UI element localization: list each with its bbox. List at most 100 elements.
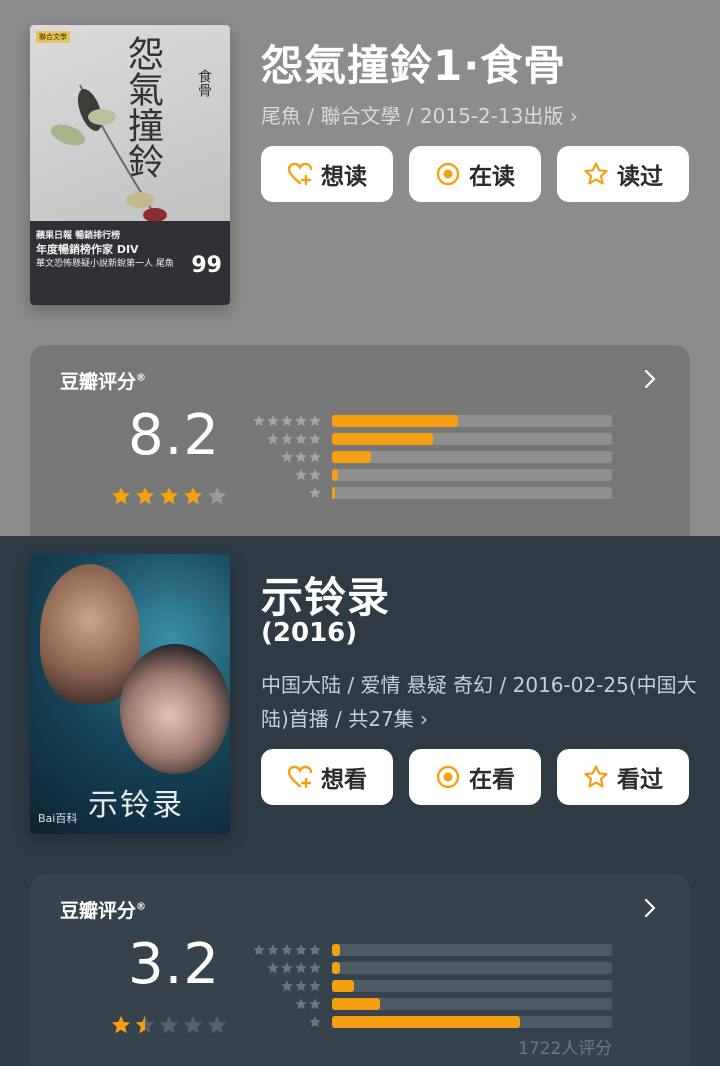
reading-label: 在读 <box>469 164 515 190</box>
bar-star-count <box>252 1015 322 1029</box>
poster-watermark: Bai百科 <box>38 812 78 825</box>
rating-bar-track <box>332 487 612 499</box>
poster-figure-woman <box>120 644 230 774</box>
rating-stars <box>110 1014 228 1036</box>
rating-bar-fill <box>332 962 341 974</box>
mini-star-icon <box>309 980 321 992</box>
rating-bar-fill <box>332 980 355 992</box>
rating-bar-track <box>332 998 612 1010</box>
mini-star-icon <box>295 944 307 956</box>
rating-bar-row <box>252 486 612 500</box>
star-outline-icon <box>583 764 609 790</box>
rating-score: 3.2 <box>128 932 221 997</box>
mini-star-icon <box>309 998 321 1010</box>
rating-bar-fill <box>332 998 380 1010</box>
mini-star-icon <box>253 415 265 427</box>
drama-rating-card[interactable]: 豆瓣评分® 3.2 1722人评分 <box>30 874 690 1066</box>
rating-star-full-icon <box>111 486 131 505</box>
star-outline-icon <box>583 161 609 187</box>
book-meta[interactable]: 尾魚 / 聯合文學 / 2015-2-13出版 › <box>261 99 701 133</box>
rating-star-empty-icon <box>183 1015 203 1034</box>
rating-bar-row <box>252 432 612 446</box>
bar-star-count <box>252 979 322 993</box>
rating-bar-row <box>252 468 612 482</box>
have-read-button[interactable]: 读过 <box>557 146 689 202</box>
rating-star-empty-icon <box>159 1015 179 1034</box>
cover-band-line1: 蘋果日報 暢銷排行榜 <box>36 231 121 241</box>
watched-button[interactable]: 看过 <box>557 749 689 805</box>
book-rating-card[interactable]: 豆瓣评分® 8.2 <box>30 345 690 536</box>
mini-star-icon <box>309 433 321 445</box>
chevron-right-icon[interactable] <box>640 367 660 391</box>
bar-star-count <box>252 450 322 464</box>
rating-label: 豆瓣评分® <box>60 371 147 393</box>
rating-bar-fill <box>332 487 335 499</box>
want-watch-button[interactable]: 想看 <box>261 749 393 805</box>
mini-star-icon <box>295 433 307 445</box>
rating-bar-track <box>332 469 612 481</box>
mini-star-icon <box>295 962 307 974</box>
rating-bar-fill <box>332 415 458 427</box>
rating-star-full-icon <box>183 486 203 505</box>
mini-star-icon <box>281 451 293 463</box>
rating-count: 1722人评分 <box>518 1039 613 1059</box>
drama-meta[interactable]: 中国大陆 / 爱情 悬疑 奇幻 / 2016-02-25(中国大陆)首播 / 共… <box>261 668 701 736</box>
bar-star-count <box>252 943 322 957</box>
bar-star-count <box>252 432 322 446</box>
mini-star-icon <box>309 962 321 974</box>
rating-star-empty-icon <box>207 1015 227 1034</box>
rating-bar-fill <box>332 1016 520 1028</box>
rating-bar-fill <box>332 469 338 481</box>
rating-bar-row <box>252 1015 612 1029</box>
mini-star-icon <box>281 980 293 992</box>
watched-label: 看过 <box>617 767 663 793</box>
rating-bar-row <box>252 997 612 1011</box>
mini-star-icon <box>281 944 293 956</box>
cover-band: 蘋果日報 暢銷排行榜 年度暢銷榜作家 DIV 華文恐怖懸疑小說新銳第一人 尾魚 … <box>30 221 230 305</box>
rating-star-full-icon <box>135 486 155 505</box>
book-title: 怨氣撞鈴1·食骨 <box>261 41 567 90</box>
rating-bar-track <box>332 962 612 974</box>
mini-star-icon <box>309 415 321 427</box>
mini-star-icon <box>253 944 265 956</box>
cover-subtitle: 食骨 <box>196 69 212 97</box>
rating-bar-fill <box>332 433 433 445</box>
rating-bar-fill <box>332 944 341 956</box>
rating-bar-track <box>332 980 612 992</box>
reading-button[interactable]: 在读 <box>409 146 541 202</box>
rating-bar-track <box>332 1016 612 1028</box>
rating-bar-track <box>332 944 612 956</box>
mini-star-icon <box>295 980 307 992</box>
bar-star-count <box>252 414 322 428</box>
bar-star-count <box>252 486 322 500</box>
rating-bar-track <box>332 451 612 463</box>
bar-star-count <box>252 468 322 482</box>
watching-label: 在看 <box>469 767 515 793</box>
rating-score: 8.2 <box>128 403 221 468</box>
mini-star-icon <box>309 469 321 481</box>
bar-star-count <box>252 997 322 1011</box>
target-icon <box>435 161 461 187</box>
chevron-right-icon[interactable] <box>640 896 660 920</box>
rating-bar-row <box>252 979 612 993</box>
drama-section: 示铃录 Bai百科 示铃录 (2016) 中国大陆 / 爱情 悬疑 奇幻 / 2… <box>0 536 720 1066</box>
drama-title: 示铃录 <box>261 573 391 622</box>
want-read-button[interactable]: 想读 <box>261 146 393 202</box>
rating-star-full-icon <box>159 486 179 505</box>
mini-star-icon <box>267 433 279 445</box>
mini-star-icon <box>309 1016 321 1028</box>
rating-label: 豆瓣评分® <box>60 900 147 922</box>
want-watch-label: 想看 <box>321 767 367 793</box>
watching-button[interactable]: 在看 <box>409 749 541 805</box>
rating-bar-track <box>332 433 612 445</box>
mini-star-icon <box>281 415 293 427</box>
mini-star-icon <box>281 433 293 445</box>
drama-poster[interactable]: 示铃录 Bai百科 <box>30 554 230 834</box>
mini-star-icon <box>309 944 321 956</box>
rating-stars <box>110 485 228 507</box>
mini-star-icon <box>295 469 307 481</box>
mini-star-icon <box>295 415 307 427</box>
mini-star-icon <box>281 962 293 974</box>
publisher-tag: 聯合文學 <box>36 31 70 43</box>
book-cover[interactable]: 聯合文學 怨氣撞鈴 食骨 蘋果日報 暢銷排行榜 年度暢銷榜作家 DIV 華文恐怖… <box>30 25 230 305</box>
